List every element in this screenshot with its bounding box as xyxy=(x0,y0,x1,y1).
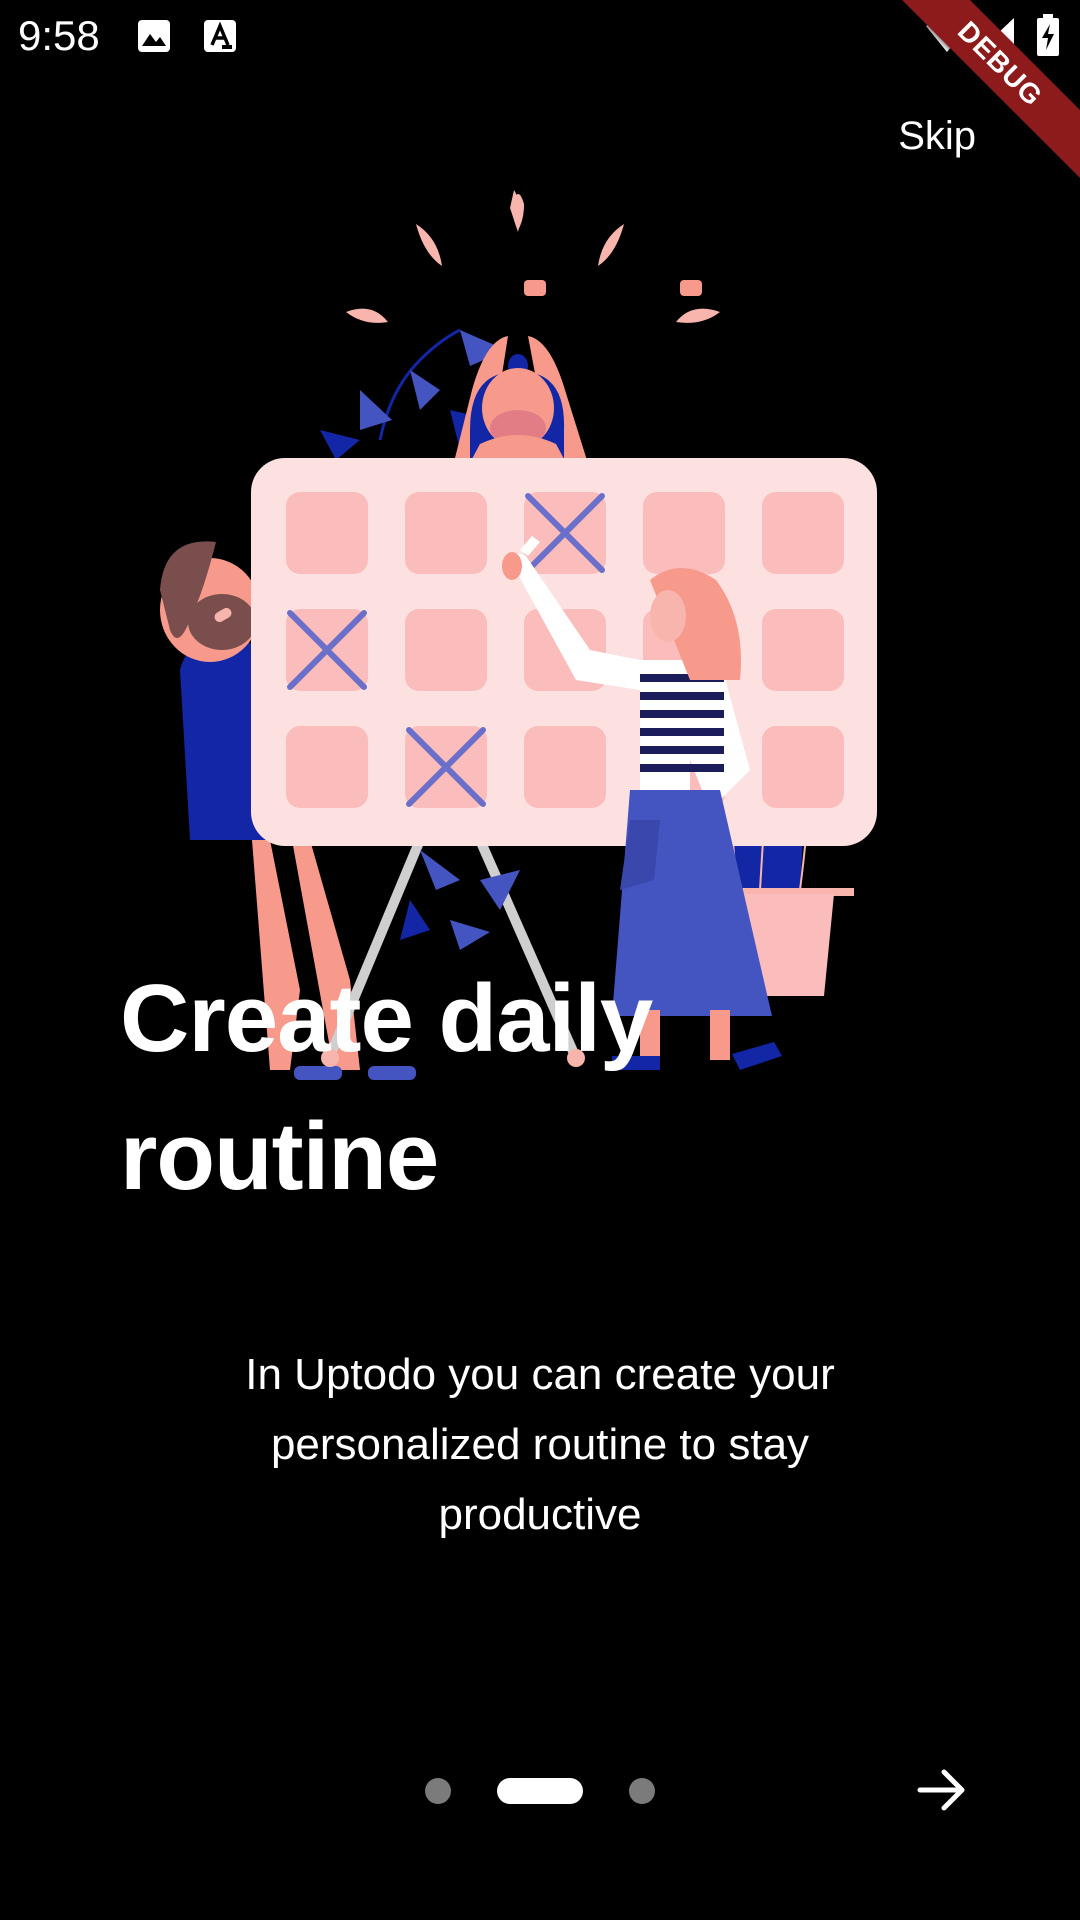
description-line-1: In Uptodo you can create your xyxy=(245,1350,835,1399)
status-time: 9:58 xyxy=(18,12,100,59)
title-line-2: routine xyxy=(120,1103,439,1210)
onboarding-title: Create daily routine xyxy=(120,950,900,1226)
image-icon xyxy=(136,18,172,59)
description-line-3: productive xyxy=(438,1490,642,1539)
title-line-1: Create daily xyxy=(120,965,653,1072)
page-dot-3[interactable] xyxy=(629,1778,655,1804)
description-line-2: personalized routine to stay xyxy=(270,1420,810,1469)
text-recognition-icon xyxy=(202,18,238,59)
leaves-decoration xyxy=(346,190,720,323)
person-celebrating xyxy=(452,280,702,470)
arrow-right-icon xyxy=(917,1769,965,1811)
page-dot-1[interactable] xyxy=(425,1778,451,1804)
plant-bottom xyxy=(400,850,520,950)
onboarding-description: In Uptodo you can create your personaliz… xyxy=(180,1340,900,1550)
battery-charging-icon xyxy=(1036,14,1060,61)
page-dot-2-active[interactable] xyxy=(497,1778,583,1804)
skip-button[interactable]: Skip xyxy=(898,114,976,159)
next-button[interactable] xyxy=(912,1760,972,1820)
